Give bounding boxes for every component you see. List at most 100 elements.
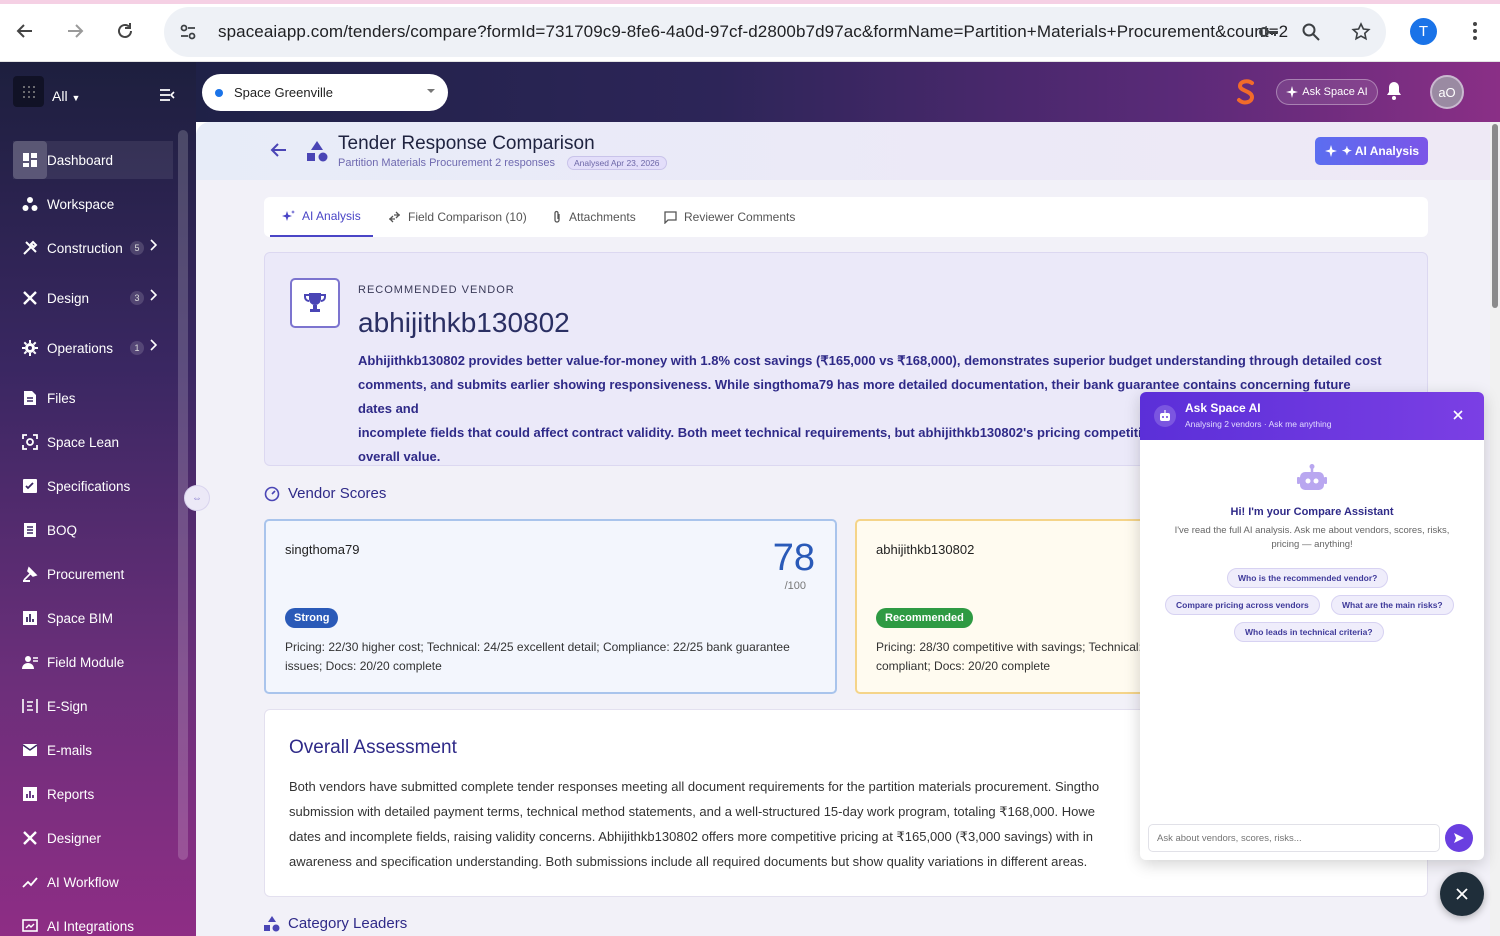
- main-scrollbar[interactable]: [1490, 122, 1500, 936]
- sidebar-item-label: Designer: [47, 830, 102, 846]
- robot-icon: [1154, 405, 1176, 427]
- vendor-score-card[interactable]: singthoma79 78 /100 Strong Pricing: 22/3…: [264, 519, 837, 694]
- sidebar-item-operations[interactable]: Operations 1: [13, 329, 173, 367]
- count-badge: 1: [130, 341, 144, 355]
- field-icon: [13, 643, 47, 681]
- sidebar-item-files[interactable]: Files: [13, 379, 173, 417]
- suggestion-chip[interactable]: Who is the recommended vendor?: [1227, 568, 1389, 588]
- sidebar: All ▼ Dashboard Workspace Construction 5…: [0, 62, 196, 936]
- tab-strip-edge: [0, 0, 1500, 4]
- back-arrow-icon[interactable]: [270, 142, 288, 158]
- sparkle-icon: [1324, 144, 1338, 158]
- collapse-sidebar-icon[interactable]: [158, 87, 176, 103]
- profile-avatar[interactable]: T: [1410, 18, 1437, 45]
- shapes-icon: [306, 140, 328, 162]
- close-chat-fab-icon[interactable]: [1440, 872, 1484, 916]
- address-bar[interactable]: spaceaiapp.com/tenders/compare?formId=73…: [164, 7, 1386, 57]
- zoom-icon[interactable]: [1299, 20, 1323, 44]
- chevron-down-icon: [426, 87, 436, 95]
- bim-icon: [13, 599, 47, 637]
- sidebar-item-e-mails[interactable]: E-mails: [13, 731, 173, 769]
- space-logo-icon: [1234, 79, 1258, 105]
- forward-icon[interactable]: [63, 19, 87, 43]
- notification-bell-icon[interactable]: [1386, 81, 1402, 101]
- vendor-name: abhijithkb130802: [876, 542, 975, 557]
- resize-handle-icon[interactable]: ⇔: [184, 485, 210, 511]
- workspace-filter[interactable]: All ▼: [52, 88, 80, 104]
- lean-icon: [13, 423, 47, 461]
- browser-menu-icon[interactable]: [1463, 19, 1487, 43]
- tab-attachments[interactable]: Attachments: [552, 197, 636, 237]
- sidebar-item-design[interactable]: Design 3: [13, 279, 173, 317]
- app-grid-icon[interactable]: [13, 76, 44, 107]
- chat-input[interactable]: [1148, 824, 1440, 852]
- vendor-score-breakdown: Pricing: 22/30 higher cost; Technical: 2…: [285, 638, 815, 676]
- project-selector[interactable]: Space Greenville: [202, 74, 448, 111]
- ask-space-ai-button[interactable]: Ask Space AI: [1276, 79, 1378, 105]
- sidebar-item-ai-integrations[interactable]: AI Integrations: [13, 907, 173, 936]
- workspace-filter-label: All: [52, 88, 68, 104]
- specifications-icon: [13, 467, 47, 505]
- count-badge: 3: [130, 291, 144, 305]
- sidebar-item-construction[interactable]: Construction 5: [13, 229, 173, 267]
- tab-ai-analysis[interactable]: AI Analysis: [270, 197, 373, 237]
- compare-arrows-icon: [388, 211, 401, 223]
- page-header: Tender Response Comparison Partition Mat…: [196, 122, 1490, 180]
- sidebar-item-reports[interactable]: Reports: [13, 775, 173, 813]
- scrollbar-thumb[interactable]: [1492, 124, 1498, 308]
- sidebar-item-label: Dashboard: [47, 152, 114, 168]
- sidebar-item-designer[interactable]: Designer: [13, 819, 173, 857]
- tab-label: Attachments: [569, 210, 636, 224]
- sidebar-item-space-lean[interactable]: Space Lean: [13, 423, 173, 461]
- sidebar-item-space-bim[interactable]: Space BIM: [13, 599, 173, 637]
- gear-icon: [13, 329, 47, 367]
- send-icon[interactable]: [1445, 824, 1473, 852]
- tab-label: Field Comparison (10): [408, 210, 527, 224]
- suggestion-chip[interactable]: Compare pricing across vendors: [1165, 595, 1320, 615]
- breakdown-line: issues; Docs: 20/20 complete: [285, 659, 442, 673]
- sparkle-icon: [282, 209, 295, 223]
- sidebar-item-label: Space BIM: [47, 610, 114, 626]
- sidebar-item-procurement[interactable]: Procurement: [13, 555, 173, 593]
- robot-icon: [1297, 464, 1327, 492]
- back-icon[interactable]: [13, 19, 37, 43]
- reload-icon[interactable]: [113, 19, 137, 43]
- ai-analysis-button[interactable]: ✦ AI Analysis: [1315, 137, 1428, 165]
- vendor-score-max: /100: [784, 580, 806, 592]
- page-subtitle: Partition Materials Procurement 2 respon…: [338, 157, 556, 169]
- tab-reviewer-comments[interactable]: Reviewer Comments: [664, 197, 795, 237]
- sidebar-item-ai-workflow[interactable]: AI Workflow: [13, 863, 173, 901]
- user-avatar[interactable]: aO: [1430, 75, 1464, 109]
- ask-space-ai-label: Ask Space AI: [1302, 86, 1368, 98]
- sidebar-item-label: Operations: [47, 340, 114, 356]
- sidebar-item-label: Field Module: [47, 654, 125, 670]
- designer-icon: [13, 819, 47, 857]
- chat-intro-line: pricing — anything!: [1271, 539, 1353, 550]
- sidebar-item-workspace[interactable]: Workspace: [13, 185, 173, 223]
- page-title: Tender Response Comparison: [338, 133, 595, 154]
- sidebar-item-label: E-Sign: [47, 698, 88, 714]
- chat-greeting: Hi! I'm your Compare Assistant: [1230, 506, 1394, 518]
- chat-subtitle: Analysing 2 vendors · Ask me anything: [1185, 419, 1332, 429]
- sidebar-item-specifications[interactable]: Specifications: [13, 467, 173, 505]
- close-icon[interactable]: [1452, 409, 1464, 421]
- password-key-icon[interactable]: [1257, 20, 1281, 44]
- sidebar-item-dashboard[interactable]: Dashboard: [13, 141, 173, 179]
- sidebar-item-boq[interactable]: BOQ: [13, 511, 173, 549]
- tab-bar: AI Analysis Field Comparison (10) Attach…: [264, 197, 1428, 237]
- project-status-dot: [215, 88, 223, 97]
- shapes-icon: [264, 915, 280, 932]
- suggestion-chip[interactable]: What are the main risks?: [1331, 595, 1454, 615]
- sidebar-item-e-sign[interactable]: E-Sign: [13, 687, 173, 725]
- suggestion-chip[interactable]: Who leads in technical criteria?: [1234, 622, 1384, 642]
- tab-field-comparison[interactable]: Field Comparison (10): [388, 197, 527, 237]
- bookmark-star-icon[interactable]: [1349, 20, 1373, 44]
- site-settings-icon[interactable]: [176, 20, 200, 44]
- vendor-rating-badge: Recommended: [876, 608, 973, 628]
- dashboard-icon: [13, 141, 47, 179]
- url-text[interactable]: spaceaiapp.com/tenders/compare?formId=73…: [218, 22, 1288, 42]
- sidebar-item-field-module[interactable]: Field Module: [13, 643, 173, 681]
- ai-analysis-label: ✦ AI Analysis: [1341, 144, 1420, 158]
- recommendation-line: Abhijithkb130802 provides better value-f…: [358, 353, 1382, 368]
- count-badge: 5: [130, 241, 144, 255]
